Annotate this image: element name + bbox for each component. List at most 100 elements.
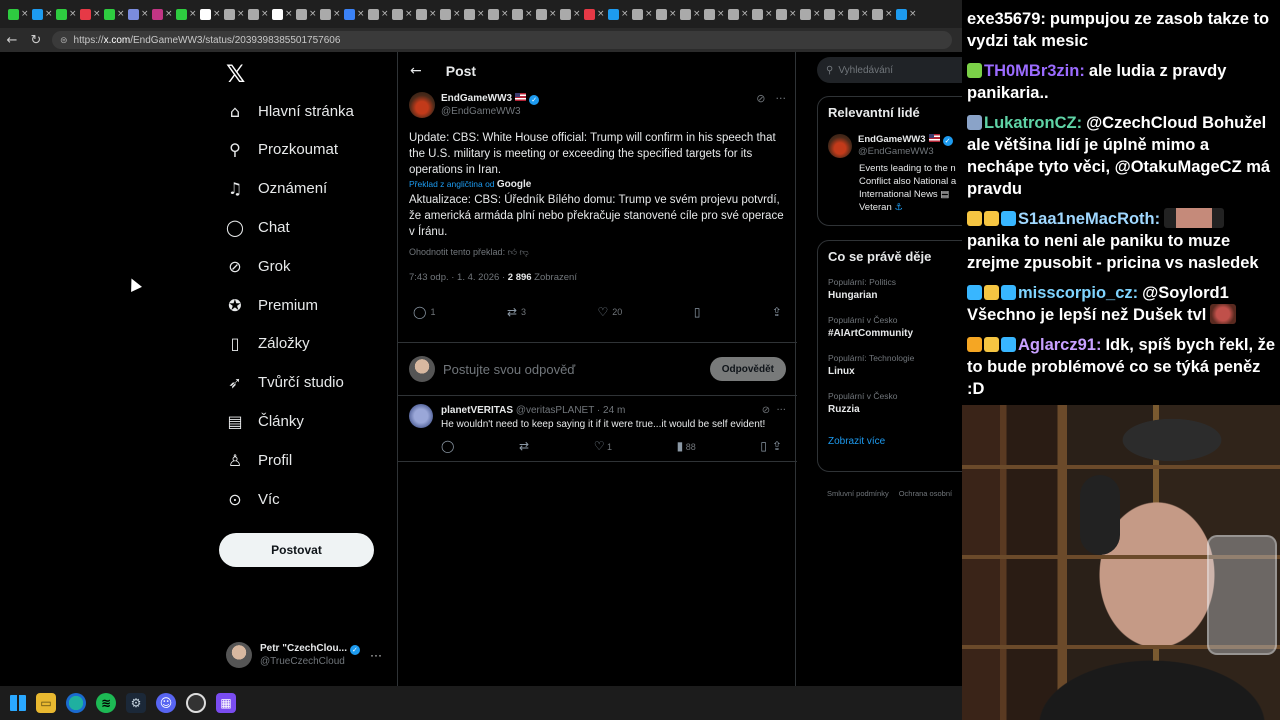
- tab-close-icon[interactable]: ×: [645, 9, 653, 19]
- share-icon[interactable]: ⇪: [772, 439, 782, 453]
- chat-username[interactable]: TH0MBr3zin:: [984, 62, 1085, 80]
- nav-item-2[interactable]: ⚲ Prozkoumat: [226, 135, 338, 165]
- browser-tab[interactable]: ×: [392, 0, 416, 28]
- views-button[interactable]: ▮ 88: [677, 439, 696, 453]
- browser-tab[interactable]: ×: [152, 0, 176, 28]
- nav-item-8[interactable]: ➶ Tvůrčí studio: [226, 368, 344, 398]
- tab-close-icon[interactable]: ×: [477, 9, 485, 19]
- tab-close-icon[interactable]: ×: [549, 9, 557, 19]
- reply-submit-button[interactable]: Odpovědět: [709, 357, 786, 381]
- tab-close-icon[interactable]: ×: [885, 9, 893, 19]
- browser-tab[interactable]: ×: [560, 0, 584, 28]
- tab-close-icon[interactable]: ×: [861, 9, 869, 19]
- footer-link[interactable]: Smluvní podmínky: [827, 489, 889, 498]
- browser-tab[interactable]: ×: [368, 0, 392, 28]
- grok-icon[interactable]: ⊘: [756, 92, 765, 105]
- nav-item-3[interactable]: ♫ Oznámení: [226, 174, 327, 204]
- tab-close-icon[interactable]: ×: [333, 9, 341, 19]
- author-handle[interactable]: @EndGameWW3: [441, 105, 539, 118]
- browser-tab[interactable]: ×: [296, 0, 320, 28]
- chat-username[interactable]: exe35679:: [967, 10, 1046, 28]
- tab-close-icon[interactable]: ×: [717, 9, 725, 19]
- browser-tab[interactable]: ×: [536, 0, 560, 28]
- chat-username[interactable]: Aglarcz91:: [1018, 336, 1101, 354]
- tab-close-icon[interactable]: ×: [213, 9, 221, 19]
- browser-tab[interactable]: ×: [320, 0, 344, 28]
- discord-icon[interactable]: ☺: [156, 693, 176, 713]
- tab-close-icon[interactable]: ×: [789, 9, 797, 19]
- browser-tab[interactable]: ×: [608, 0, 632, 28]
- nav-item-9[interactable]: ▤ Články: [226, 406, 303, 436]
- browser-tab[interactable]: ×: [176, 0, 200, 28]
- tab-close-icon[interactable]: ×: [189, 9, 197, 19]
- avatar[interactable]: [409, 404, 433, 428]
- show-more-link[interactable]: Zobrazit více: [828, 436, 962, 447]
- browser-tab[interactable]: ×: [440, 0, 464, 28]
- more-dots-icon[interactable]: ···: [370, 648, 382, 662]
- chat-username[interactable]: LukatronCZ:: [984, 114, 1082, 132]
- nav-item-10[interactable]: ♙ Profil: [226, 445, 292, 475]
- reply-icon[interactable]: ◯: [441, 439, 454, 453]
- tab-close-icon[interactable]: ×: [21, 9, 29, 19]
- share-button[interactable]: ⇪: [772, 305, 782, 319]
- tab-close-icon[interactable]: ×: [309, 9, 317, 19]
- tab-close-icon[interactable]: ×: [621, 9, 629, 19]
- browser-tab[interactable]: ×: [128, 0, 152, 28]
- reply-tweet[interactable]: planetVERITAS @veritasPLANET · 24 m ⊘ ··…: [398, 396, 797, 462]
- relevant-person[interactable]: EndGameWW3 ✓ @EndGameWW3: [828, 134, 962, 158]
- thumbs-down-icon[interactable]: 👎︎: [520, 247, 529, 257]
- tab-close-icon[interactable]: ×: [165, 9, 173, 19]
- url-field[interactable]: ⊜ https://x.com/EndGameWW3/status/203939…: [52, 31, 952, 49]
- chat-username[interactable]: misscorpio_cz:: [1018, 284, 1138, 302]
- thumbs-up-icon[interactable]: 👍︎: [508, 247, 517, 257]
- edge-browser-icon[interactable]: [66, 693, 86, 713]
- browser-tab[interactable]: ×: [728, 0, 752, 28]
- tab-close-icon[interactable]: ×: [909, 9, 917, 19]
- tab-close-icon[interactable]: ×: [381, 9, 389, 19]
- tab-close-icon[interactable]: ×: [117, 9, 125, 19]
- browser-tab[interactable]: ×: [800, 0, 824, 28]
- tab-close-icon[interactable]: ×: [285, 9, 293, 19]
- more-dots-icon[interactable]: ···: [776, 92, 787, 105]
- nav-item-5[interactable]: ⊘ Grok: [226, 251, 290, 281]
- windows-start-icon[interactable]: [10, 695, 26, 711]
- tab-close-icon[interactable]: ×: [813, 9, 821, 19]
- tab-close-icon[interactable]: ×: [501, 9, 509, 19]
- tab-close-icon[interactable]: ×: [597, 9, 605, 19]
- browser-tab[interactable]: ×: [416, 0, 440, 28]
- tab-close-icon[interactable]: ×: [765, 9, 773, 19]
- spotify-icon[interactable]: ≋: [96, 693, 116, 713]
- tab-close-icon[interactable]: ×: [453, 9, 461, 19]
- browser-tab[interactable]: ×: [704, 0, 728, 28]
- browser-tab[interactable]: ×: [848, 0, 872, 28]
- tab-close-icon[interactable]: ×: [525, 9, 533, 19]
- trend-item[interactable]: Populární v Česko Ruzzia: [828, 390, 962, 416]
- browser-tab[interactable]: ×: [464, 0, 488, 28]
- browser-tab[interactable]: ×: [656, 0, 680, 28]
- browser-tab[interactable]: ×: [224, 0, 248, 28]
- bookmark-icon[interactable]: ▯: [760, 439, 767, 453]
- reload-icon[interactable]: ↻: [24, 33, 48, 48]
- browser-tab[interactable]: ×: [776, 0, 800, 28]
- tab-close-icon[interactable]: ×: [261, 9, 269, 19]
- tab-close-icon[interactable]: ×: [741, 9, 749, 19]
- browser-tab[interactable]: ×: [200, 0, 224, 28]
- grok-icon[interactable]: ⊘: [762, 405, 770, 416]
- search-input[interactable]: ⚲ Vyhledávání: [817, 57, 962, 83]
- browser-tab[interactable]: ×: [8, 0, 32, 28]
- browser-tab[interactable]: ×: [680, 0, 704, 28]
- tab-close-icon[interactable]: ×: [357, 9, 365, 19]
- browser-tab[interactable]: ×: [80, 0, 104, 28]
- reply-input[interactable]: Postujte svou odpověď: [443, 362, 575, 377]
- reply-button[interactable]: ◯ 1: [413, 305, 435, 319]
- browser-tab[interactable]: ×: [248, 0, 272, 28]
- trend-item[interactable]: Populární: Technologie Linux: [828, 352, 962, 378]
- like-button[interactable]: ♡ 1: [594, 439, 612, 453]
- tab-close-icon[interactable]: ×: [93, 9, 101, 19]
- browser-tab[interactable]: ×: [512, 0, 536, 28]
- nav-item-1[interactable]: ⌂ Hlavní stránka: [226, 96, 354, 126]
- browser-tab[interactable]: ×: [488, 0, 512, 28]
- browser-tab[interactable]: ×: [344, 0, 368, 28]
- comment-author-name[interactable]: planetVERITAS: [441, 405, 513, 416]
- tab-close-icon[interactable]: ×: [693, 9, 701, 19]
